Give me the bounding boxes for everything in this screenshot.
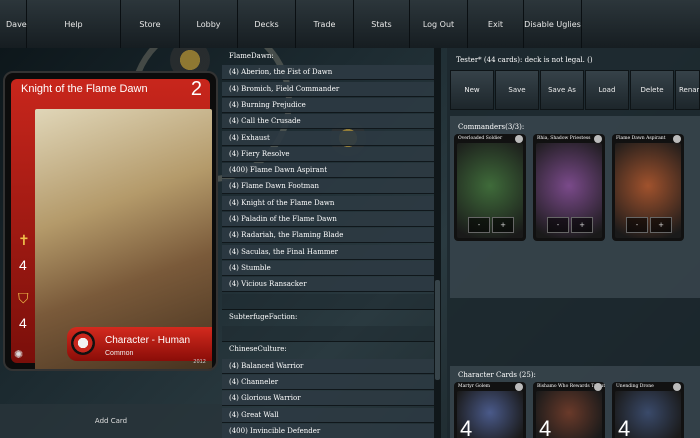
card-list-item[interactable]: (4) Knight of the Flame Dawn bbox=[222, 195, 434, 211]
remove-card-button[interactable]: - bbox=[547, 217, 569, 233]
character-card-count: 4 bbox=[618, 416, 631, 438]
nav-spacer bbox=[582, 0, 700, 48]
card-corner-icon bbox=[673, 135, 681, 143]
card-list: FlameDawn: (4) Aberion, the Fist of Dawn(… bbox=[222, 48, 434, 438]
deck-save-button[interactable]: Save bbox=[495, 70, 539, 110]
add-copy-button[interactable]: + bbox=[650, 217, 672, 233]
nav-trade-button[interactable]: Trade bbox=[296, 0, 354, 48]
character-card[interactable]: Unending Drone 4 bbox=[612, 382, 684, 438]
nav-store-button[interactable]: Store bbox=[121, 0, 180, 48]
nav-help-button[interactable]: Help bbox=[27, 0, 121, 48]
sword-icon: ✝ bbox=[18, 233, 30, 249]
deck-title: Tester* (44 cards): deck is not legal. (… bbox=[456, 56, 593, 64]
card-list-spacer bbox=[222, 326, 434, 343]
remove-card-button[interactable]: - bbox=[468, 217, 490, 233]
deck-save-as-button[interactable]: Save As bbox=[540, 70, 584, 110]
faction-icon bbox=[71, 331, 95, 355]
commander-card[interactable]: Overloaded Soldier - + bbox=[454, 134, 526, 241]
commander-card-name: Rhia, Shadow Priestess bbox=[537, 136, 591, 141]
card-corner-icon bbox=[515, 135, 523, 143]
card-corner-icon bbox=[673, 383, 681, 391]
character-card-name: Martyr Golem bbox=[458, 384, 491, 389]
shield-icon: ⛉ bbox=[18, 291, 29, 307]
deck-new-button[interactable]: New bbox=[450, 70, 494, 110]
deck-load-button[interactable]: Load bbox=[585, 70, 629, 110]
commander-card-name: Overloaded Soldier bbox=[458, 136, 503, 141]
card-list-item[interactable]: (400) Invincible Defender bbox=[222, 423, 434, 438]
character-card-count: 4 bbox=[460, 416, 473, 438]
deck-rename-button[interactable]: Renam bbox=[675, 70, 700, 110]
commander-card[interactable]: Rhia, Shadow Priestess - + bbox=[533, 134, 605, 241]
card-name: Knight of the Flame Dawn bbox=[21, 83, 148, 95]
card-list-item[interactable]: (4) Channeler bbox=[222, 375, 434, 390]
card-list-item[interactable]: (4) Exhaust bbox=[222, 130, 434, 146]
card-list-group-header: SubterfugeFaction: bbox=[229, 312, 298, 321]
deck-delete-button[interactable]: Delete bbox=[630, 70, 674, 110]
character-card-name: Unending Drone bbox=[616, 384, 654, 389]
card-list-item[interactable]: (4) Call the Crusade bbox=[222, 114, 434, 130]
card-list-group-header: FlameDawn: bbox=[229, 52, 274, 60]
card-list-item[interactable]: (4) Aberion, the Fist of Dawn bbox=[222, 65, 434, 81]
card-list-item[interactable]: (4) Radariah, the Flaming Blade bbox=[222, 228, 434, 244]
character-card-count: 4 bbox=[539, 416, 552, 438]
character-cards-section: Character Cards (25): Martyr Golem 4 Bisha… bbox=[450, 366, 700, 438]
card-rarity: Common bbox=[105, 350, 134, 357]
card-defense: 4 bbox=[19, 315, 27, 331]
card-list-item[interactable]: (4) Flame Dawn Footman bbox=[222, 179, 434, 195]
character-card[interactable]: Martyr Golem 4 bbox=[454, 382, 526, 438]
card-list-spacer bbox=[222, 293, 434, 310]
nav-decks-button[interactable]: Decks bbox=[238, 0, 296, 48]
card-list-item[interactable]: (4) Fiery Resolve bbox=[222, 146, 434, 162]
card-type: Character - Human bbox=[105, 335, 191, 346]
set-icon: ✺ bbox=[14, 348, 24, 361]
commanders-section: Commanders(3/3): Overloaded Soldier - + Rhi… bbox=[450, 116, 700, 298]
card-list-item[interactable]: (4) Stumble bbox=[222, 260, 434, 276]
commanders-title: Commanders(3/3): bbox=[458, 123, 525, 131]
nav-user-button[interactable]: Dave bbox=[0, 0, 27, 48]
card-corner-icon bbox=[594, 383, 602, 391]
card-list-group-header: ChineseCulture: bbox=[229, 345, 287, 354]
card-list-item[interactable]: (4) Great Wall bbox=[222, 407, 434, 423]
card-year: 2012 bbox=[193, 359, 206, 365]
nav-lobby-button[interactable]: Lobby bbox=[180, 0, 238, 48]
card-list-item[interactable]: (4) Paladin of the Flame Dawn bbox=[222, 212, 434, 227]
card-list-item[interactable]: (4) Glorious Warrior bbox=[222, 391, 434, 407]
card-cost: 2 bbox=[190, 78, 202, 100]
card-list-item[interactable]: (4) Balanced Warrior bbox=[222, 358, 434, 374]
commander-card-name: Flame Dawn Aspirant bbox=[616, 136, 666, 141]
card-list-item[interactable]: (400) Flame Dawn Aspirant bbox=[222, 163, 434, 179]
commander-card[interactable]: Flame Dawn Aspirant - + bbox=[612, 134, 684, 241]
add-copy-button[interactable]: + bbox=[492, 217, 514, 233]
nav-disable-uglies-button[interactable]: Disable Uglies bbox=[524, 0, 582, 48]
character-card[interactable]: Bishamo Who Rewards Tribute 4 bbox=[533, 382, 605, 438]
card-list-item[interactable]: (4) Burning Prejudice bbox=[222, 97, 434, 113]
add-card-button[interactable]: Add Card bbox=[0, 404, 222, 438]
top-nav: Dave Help Store Lobby Decks Trade Stats … bbox=[0, 0, 700, 48]
deck-panel: Tester* (44 cards): deck is not legal. (… bbox=[447, 48, 700, 438]
card-preview: Knight of the Flame Dawn 2 ✝ 4 ⛉ 4 Chara… bbox=[3, 71, 218, 371]
card-list-item[interactable]: (4) Vicious Ransacker bbox=[222, 277, 434, 293]
nav-exit-button[interactable]: Exit bbox=[468, 0, 524, 48]
card-attack: 4 bbox=[19, 257, 27, 273]
card-list-item[interactable]: (4) Bromich, Field Commander bbox=[222, 81, 434, 97]
card-corner-icon bbox=[515, 383, 523, 391]
card-list-scroll-thumb[interactable] bbox=[435, 280, 440, 380]
nav-logout-button[interactable]: Log Out bbox=[410, 0, 468, 48]
card-list-item[interactable]: (4) Saculas, the Final Hammer bbox=[222, 244, 434, 260]
nav-stats-button[interactable]: Stats bbox=[354, 0, 410, 48]
add-copy-button[interactable]: + bbox=[571, 217, 593, 233]
card-corner-icon bbox=[594, 135, 602, 143]
character-cards-title: Character Cards (25): bbox=[458, 371, 536, 379]
remove-card-button[interactable]: - bbox=[626, 217, 648, 233]
